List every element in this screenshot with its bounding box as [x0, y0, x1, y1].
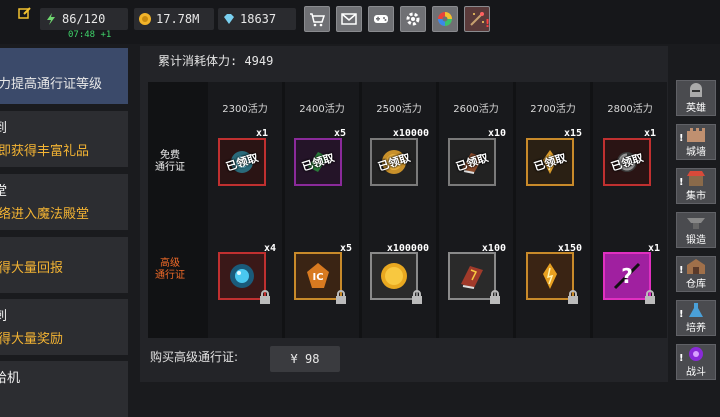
- free-reward-slot[interactable]: 已领取: [603, 138, 651, 186]
- energy-counter: 86/120: [40, 8, 128, 30]
- sidebar-item-magic-hall[interactable]: 堂 络进入魔法殿堂: [0, 174, 128, 230]
- lock-icon: [260, 290, 270, 304]
- alert-badge: !: [484, 17, 490, 30]
- alert-badge: !: [679, 177, 684, 188]
- premium-reward-slot[interactable]: [526, 252, 578, 304]
- flask-icon: [689, 303, 703, 317]
- tier-cost: 2300活力: [222, 104, 268, 115]
- gem-icon: [224, 14, 234, 24]
- gold-coin-icon: [381, 263, 407, 289]
- gold-counter: 17.78M: [134, 8, 214, 30]
- svg-text:IC: IC: [312, 272, 323, 283]
- sidebar-item-battle-pass[interactable]: 力提高通行证等级: [0, 48, 128, 104]
- sidebar-item-title: [0, 54, 128, 69]
- mystery-box-icon: ?: [613, 262, 641, 290]
- free-reward-slot[interactable]: 已领取: [526, 138, 574, 186]
- nav-battle[interactable]: 战斗 !: [676, 344, 716, 380]
- nav-heroes[interactable]: 英雄: [676, 80, 716, 116]
- market-stall-icon: [687, 171, 705, 186]
- sidebar-item-title: 给机: [0, 371, 21, 386]
- sidebar-item-desc: 得大量回报: [0, 261, 64, 276]
- sidebar-item-rewards[interactable]: 得大量回报: [0, 237, 128, 293]
- premium-reward-slot[interactable]: [448, 252, 500, 304]
- settings-button[interactable]: [400, 6, 426, 32]
- tier-cost: 2400活力: [299, 104, 345, 115]
- cart-icon: [310, 13, 326, 27]
- premium-reward-slot[interactable]: ?: [603, 252, 655, 304]
- sidebar-item-sprint[interactable]: 刺 得大量奖励: [0, 299, 128, 355]
- buy-premium-label: 购买高级通行证:: [150, 350, 239, 364]
- nav-training[interactable]: 培养 !: [676, 300, 716, 336]
- sidebar-item-desc: 得大量奖励: [0, 332, 64, 347]
- alert-badge: !: [679, 265, 684, 276]
- sidebar-item-title: 到: [0, 121, 8, 136]
- portal-icon: [689, 347, 703, 361]
- tier-cost: 2700活力: [530, 104, 576, 115]
- sidebar-item-title: 刺: [0, 309, 8, 324]
- free-reward-slot[interactable]: 已领取: [370, 138, 418, 186]
- nav-market[interactable]: 集市 !: [676, 168, 716, 204]
- lock-icon: [336, 290, 346, 304]
- sidebar-item-opportunity[interactable]: 给机: [0, 361, 128, 417]
- lock-icon: [490, 290, 500, 304]
- sidebar-item-title: 堂: [0, 184, 8, 199]
- alert-badge: !: [679, 133, 684, 144]
- gamepad-button[interactable]: [368, 6, 394, 32]
- mail-icon: [341, 13, 357, 25]
- alert-badge: !: [679, 353, 684, 364]
- tier-cost: 2800活力: [607, 104, 653, 115]
- premium-reward-slot[interactable]: [370, 252, 422, 304]
- gold-coin-icon: [139, 13, 151, 25]
- free-reward-slot[interactable]: 已领取: [218, 138, 266, 186]
- free-pass-label: 免费 通行证: [155, 150, 185, 173]
- tier-cost: 2500活力: [376, 104, 422, 115]
- sparkle-icon: [470, 12, 484, 26]
- alert-badge: !: [679, 309, 684, 320]
- amber-crystal-icon: [543, 263, 557, 289]
- warehouse-icon: [687, 259, 705, 274]
- premium-pass-label: 高级 通行证: [155, 258, 185, 281]
- lightning-icon: [47, 13, 55, 25]
- top-resource-bar: 86/120 07:48 +1 17.78M 18637 !: [0, 0, 720, 44]
- gem-counter: 18637: [218, 8, 296, 30]
- energy-regen-timer: 07:48 +1: [68, 30, 112, 40]
- nav-walls[interactable]: 城墙 !: [676, 124, 716, 160]
- nav-warehouse[interactable]: 仓库 !: [676, 256, 716, 292]
- spellbook-icon: [461, 266, 483, 289]
- buy-premium-button[interactable]: ¥ 98: [270, 346, 340, 372]
- shop-button[interactable]: [304, 6, 330, 32]
- tier-cost: 2600活力: [453, 104, 499, 115]
- gear-icon: [406, 12, 420, 26]
- total-stamina-label: 累计消耗体力: 4949: [158, 54, 274, 68]
- edit-icon[interactable]: [18, 6, 32, 20]
- blue-orb-icon: [230, 264, 254, 288]
- lock-icon: [645, 290, 655, 304]
- free-reward-slot[interactable]: 已领取: [294, 138, 342, 186]
- sidebar-item-checkin[interactable]: 到 即获得丰富礼品: [0, 111, 128, 167]
- color-wheel-button[interactable]: [432, 6, 458, 32]
- svg-text:?: ?: [621, 264, 633, 288]
- helmet-icon: [690, 83, 702, 97]
- sidebar-item-desc: 力提高通行证等级: [0, 77, 103, 92]
- anvil-icon: [687, 218, 705, 229]
- mail-button[interactable]: [336, 6, 362, 32]
- lock-icon: [412, 290, 422, 304]
- free-reward-slot[interactable]: 已领取: [448, 138, 496, 186]
- lock-icon: [568, 290, 578, 304]
- ic-crystal-icon: IC: [307, 263, 329, 288]
- castle-wall-icon: [687, 128, 705, 142]
- nav-forge[interactable]: 锻造: [676, 212, 716, 248]
- sidebar-item-desc: 即获得丰富礼品: [0, 144, 90, 159]
- event-button[interactable]: !: [464, 6, 490, 32]
- color-wheel-icon: [438, 12, 452, 26]
- premium-reward-slot[interactable]: IC: [294, 252, 346, 304]
- sidebar: 力提高通行证等级 到 即获得丰富礼品 堂 络进入魔法殿堂 得大量回报 刺 得大量…: [0, 48, 130, 417]
- gamepad-icon: [374, 15, 388, 23]
- premium-reward-slot[interactable]: [218, 252, 270, 304]
- sidebar-item-desc: 络进入魔法殿堂: [0, 207, 90, 222]
